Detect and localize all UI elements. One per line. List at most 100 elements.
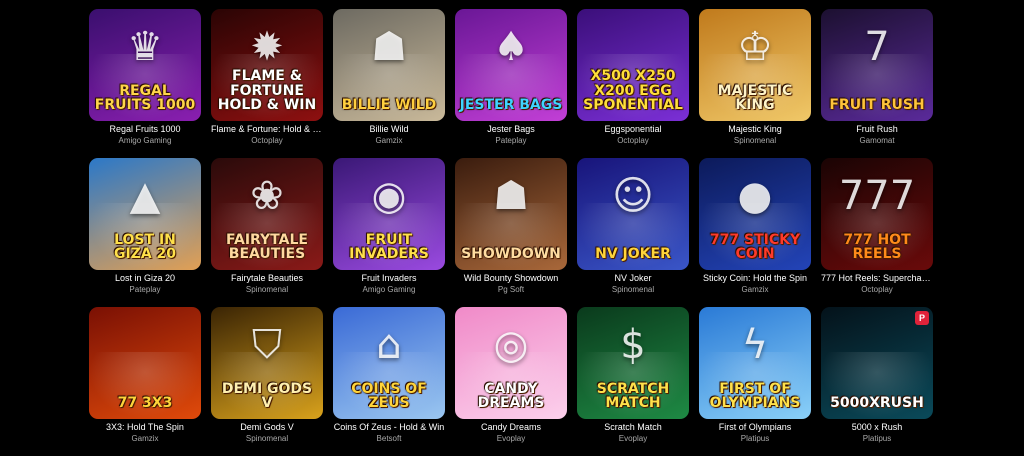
game-card[interactable]: ⛉ Demi Gods V Demi Gods V Spinomenal — [211, 307, 323, 453]
game-thumbnail[interactable]: ◎ Candy Dreams — [455, 307, 567, 419]
game-title[interactable]: Candy Dreams — [455, 422, 567, 433]
game-thumbnail[interactable]: ☺ NV Joker — [577, 158, 689, 270]
game-title[interactable]: 3X3: Hold The Spin — [89, 422, 201, 433]
game-thumbnail[interactable]: ☗ Billie Wild — [333, 9, 445, 121]
game-title[interactable]: Billie Wild — [333, 124, 445, 135]
game-logo: Coins of Zeus — [351, 380, 427, 412]
game-provider: Amigo Gaming — [118, 136, 172, 145]
jester-icon: ♠ — [493, 24, 529, 71]
game-title[interactable]: Coins Of Zeus - Hold & Win — [333, 422, 445, 433]
game-provider: Octoplay — [617, 136, 649, 145]
game-card[interactable]: $ Scratch Match Scratch Match Evoplay — [577, 307, 689, 453]
game-thumbnail[interactable]: ☗ Showdown — [455, 158, 567, 270]
game-thumbnail[interactable]: ✹ Flame & Fortune Hold & Win — [211, 9, 323, 121]
game-provider: Gamzix — [741, 285, 769, 294]
game-thumbnail[interactable]: ♠ Jester Bags — [455, 9, 567, 121]
game-grid: ♛ Regal Fruits 1000 Regal Fruits 1000 Amigo… — [89, 9, 933, 456]
game-card[interactable]: ▲ Lost in Giza 20 Lost in Giza 20 Pateplay — [89, 158, 201, 304]
helmet-icon: ⛉ — [252, 322, 282, 369]
game-provider: Pateplay — [129, 285, 161, 294]
game-title[interactable]: Fruit Invaders — [333, 273, 445, 284]
game-card[interactable]: ● 777 Sticky Coin Sticky Coin: Hold the Sp… — [699, 158, 811, 304]
game-card[interactable]: 77 3x3 3X3: Hold The Spin Gamzix — [89, 307, 201, 453]
game-card[interactable]: ♠ Jester Bags Jester Bags Pateplay — [455, 9, 567, 155]
game-title[interactable]: Fairytale Beauties — [211, 273, 323, 284]
game-card[interactable]: 5000xRush P 5000 x Rush Platipus — [821, 307, 933, 453]
game-card[interactable]: ◉ Fruit Invaders Fruit Invaders Amigo Gamin… — [333, 158, 445, 304]
game-thumbnail[interactable]: 5000xRush P — [821, 307, 933, 419]
game-logo: Fruit Rush — [829, 97, 925, 114]
game-thumbnail[interactable]: 777 777 Hot Reels — [821, 158, 933, 270]
flame-icon: ✹ — [250, 24, 284, 71]
game-logo: Billie Wild — [341, 97, 437, 114]
game-thumbnail[interactable]: ♔ Majestic King — [699, 9, 811, 121]
game-thumbnail[interactable]: ⛉ Demi Gods V — [211, 307, 323, 419]
game-thumbnail[interactable]: 77 3x3 — [89, 307, 201, 419]
game-card[interactable]: ♔ Majestic King Majestic King Spinomenal — [699, 9, 811, 155]
game-card[interactable]: ☗ Billie Wild Billie Wild Gamzix — [333, 9, 445, 155]
game-provider: Octoplay — [861, 285, 893, 294]
game-provider: Pateplay — [495, 136, 527, 145]
cowboy-icon: ☗ — [371, 24, 407, 71]
candy-icon: ◎ — [493, 322, 529, 369]
game-thumbnail[interactable]: ▲ Lost in Giza 20 — [89, 158, 201, 270]
sevens-icon: 777 — [838, 173, 916, 220]
game-logo: First of Olympians — [709, 380, 801, 412]
game-title[interactable]: Eggsponential — [577, 124, 689, 135]
game-logo: NV Joker — [595, 246, 671, 263]
game-title[interactable]: Jester Bags — [455, 124, 567, 135]
game-thumbnail[interactable]: ● 777 Sticky Coin — [699, 158, 811, 270]
game-thumbnail[interactable]: X500 X250 X200 Egg Sponential — [577, 9, 689, 121]
game-title[interactable]: Demi Gods V — [211, 422, 323, 433]
game-card[interactable]: ✹ Flame & Fortune Hold & Win Flame & Fortu… — [211, 9, 323, 155]
game-logo: Scratch Match — [596, 380, 670, 412]
game-title[interactable]: 777 Hot Reels: Supercharged — [821, 273, 933, 284]
game-logo: 777 Sticky Coin — [709, 231, 801, 263]
game-logo: 5000xRush — [830, 395, 924, 412]
game-title[interactable]: Sticky Coin: Hold the Spin — [699, 273, 811, 284]
game-thumbnail[interactable]: ◉ Fruit Invaders — [333, 158, 445, 270]
game-title[interactable]: Majestic King — [699, 124, 811, 135]
game-logo: Majestic King — [717, 82, 793, 114]
game-title[interactable]: Wild Bounty Showdown — [455, 273, 567, 284]
game-title[interactable]: Lost in Giza 20 — [89, 273, 201, 284]
game-thumbnail[interactable]: 7 Fruit Rush — [821, 9, 933, 121]
game-card[interactable]: ◎ Candy Dreams Candy Dreams Evoplay — [455, 307, 567, 453]
game-card[interactable]: ϟ First of Olympians First of Olympians Pla… — [699, 307, 811, 453]
game-provider: Spinomenal — [245, 434, 289, 443]
joker-icon: ☺ — [612, 173, 654, 220]
game-card[interactable]: ☺ NV Joker NV Joker Spinomenal — [577, 158, 689, 304]
game-title[interactable]: Fruit Rush — [821, 124, 933, 135]
princess-icon: ❀ — [250, 173, 284, 220]
game-card[interactable]: X500 X250 X200 Egg Sponential Eggsponenti… — [577, 9, 689, 155]
game-thumbnail[interactable]: ϟ First of Olympians — [699, 307, 811, 419]
game-card[interactable]: 777 777 Hot Reels 777 Hot Reels: Superchar… — [821, 158, 933, 304]
game-thumbnail[interactable]: ⌂ Coins of Zeus — [333, 307, 445, 419]
game-card[interactable]: ☗ Showdown Wild Bounty Showdown Pg Soft — [455, 158, 567, 304]
game-logo: 77 3x3 — [117, 395, 173, 412]
game-thumbnail[interactable]: $ Scratch Match — [577, 307, 689, 419]
game-thumbnail[interactable]: ❀ Fairytale Beauties — [211, 158, 323, 270]
game-provider: Gamzix — [131, 434, 159, 443]
game-logo: Jester Bags — [459, 97, 563, 114]
lion-icon: ♔ — [737, 24, 773, 71]
pyramid-icon: ▲ — [129, 173, 161, 220]
game-title[interactable]: First of Olympians — [699, 422, 811, 433]
game-provider: Evoplay — [618, 434, 648, 443]
game-title[interactable]: Regal Fruits 1000 — [89, 124, 201, 135]
game-card[interactable]: ❀ Fairytale Beauties Fairytale Beauties Spi… — [211, 158, 323, 304]
game-card[interactable]: ⌂ Coins of Zeus Coins Of Zeus - Hold & Win… — [333, 307, 445, 453]
game-logo: Regal Fruits 1000 — [94, 82, 196, 114]
game-provider: Gamomat — [859, 136, 895, 145]
game-title[interactable]: NV Joker — [577, 273, 689, 284]
game-title[interactable]: Scratch Match — [577, 422, 689, 433]
game-logo: Lost in Giza 20 — [113, 231, 177, 263]
game-card[interactable]: ♛ Regal Fruits 1000 Regal Fruits 1000 Amigo… — [89, 9, 201, 155]
game-thumbnail[interactable]: ♛ Regal Fruits 1000 — [89, 9, 201, 121]
game-title[interactable]: 5000 x Rush — [821, 422, 933, 433]
game-logo: X500 X250 X200 Egg Sponential — [583, 67, 683, 114]
game-provider: Spinomenal — [245, 285, 289, 294]
game-logo: Flame & Fortune Hold & Win — [217, 67, 317, 114]
game-title[interactable]: Flame & Fortune: Hold & Win — [211, 124, 323, 135]
game-card[interactable]: 7 Fruit Rush Fruit Rush Gamomat — [821, 9, 933, 155]
